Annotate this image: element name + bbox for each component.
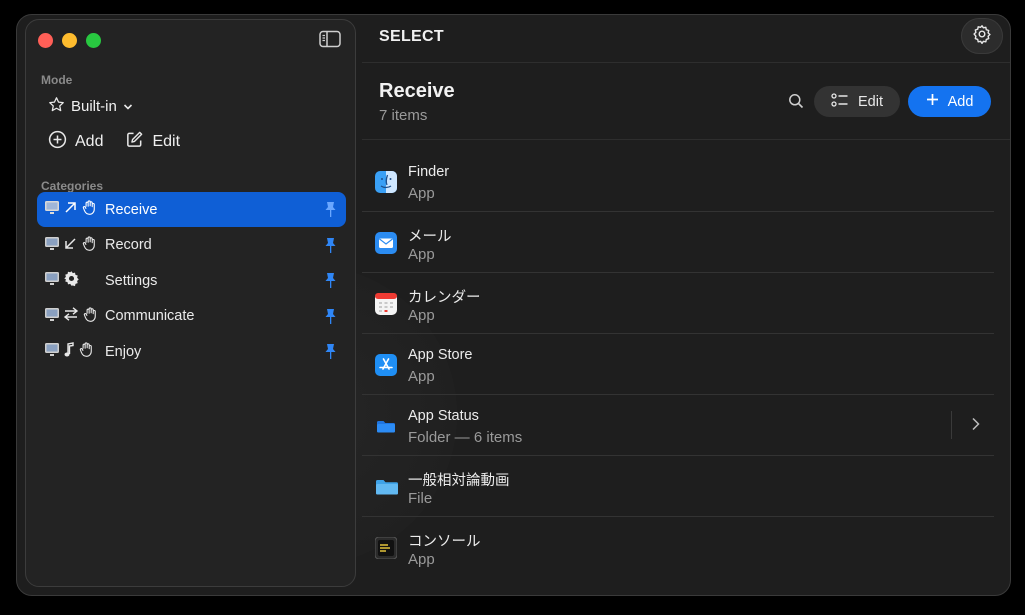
app-store-icon bbox=[375, 354, 397, 376]
sidebar-edit-button[interactable]: Edit bbox=[125, 130, 180, 154]
list-item-mail[interactable]: メール App bbox=[362, 212, 994, 273]
plus-icon bbox=[926, 93, 939, 110]
hand-icon bbox=[81, 199, 98, 220]
arrow-up-right-icon bbox=[63, 200, 78, 219]
main-header: SELECT bbox=[362, 15, 1010, 63]
calendar-icon bbox=[375, 293, 397, 315]
category-label: Receive bbox=[105, 201, 158, 218]
divider bbox=[951, 411, 952, 439]
item-kind: App bbox=[408, 307, 435, 324]
arrows-exchange-icon bbox=[63, 306, 79, 326]
item-name: Finder bbox=[408, 164, 450, 180]
display-icon bbox=[44, 236, 60, 255]
chevron-right-icon[interactable] bbox=[971, 417, 980, 436]
gear-icon bbox=[63, 270, 80, 291]
list-item-calendar[interactable]: カレンダー App bbox=[362, 273, 994, 334]
search-button[interactable] bbox=[788, 93, 804, 114]
display-icon bbox=[44, 307, 60, 326]
item-kind: App bbox=[408, 551, 435, 568]
item-kind: File bbox=[408, 490, 433, 507]
item-name: コンソール bbox=[408, 534, 481, 550]
folder-light-icon bbox=[375, 476, 398, 498]
category-label: Settings bbox=[105, 272, 158, 289]
hand-icon bbox=[81, 235, 98, 256]
list-edit-icon bbox=[831, 92, 849, 112]
compose-icon bbox=[125, 130, 144, 154]
list-item-app-status[interactable]: App Status Folder — 6 items bbox=[362, 395, 994, 456]
list-item-console[interactable]: コンソール App bbox=[362, 517, 994, 578]
pin-icon[interactable] bbox=[324, 308, 337, 329]
category-item-record[interactable]: Record bbox=[37, 228, 346, 263]
add-label: Add bbox=[947, 93, 974, 110]
star-icon bbox=[48, 96, 65, 117]
display-icon bbox=[44, 271, 60, 290]
mail-icon bbox=[375, 232, 397, 254]
display-icon bbox=[44, 200, 60, 219]
app-window: Mode Built-in Add Edit Categories Receiv… bbox=[16, 14, 1011, 596]
category-item-receive[interactable]: Receive bbox=[37, 192, 346, 227]
minimize-window-button[interactable] bbox=[62, 33, 77, 48]
item-kind: Folder — 6 items bbox=[408, 429, 523, 446]
add-button[interactable]: Add bbox=[908, 86, 991, 117]
console-icon bbox=[374, 536, 398, 560]
category-label: Record bbox=[105, 237, 152, 253]
category-item-communicate[interactable]: Communicate bbox=[37, 299, 346, 334]
pin-icon[interactable] bbox=[324, 237, 337, 258]
settings-button[interactable] bbox=[961, 18, 1003, 54]
item-name: App Store bbox=[408, 347, 473, 363]
item-name: App Status bbox=[408, 408, 479, 424]
mode-select[interactable]: Built-in bbox=[48, 96, 133, 117]
hand-icon bbox=[82, 306, 99, 327]
item-count: 7 items bbox=[379, 107, 428, 124]
search-icon bbox=[788, 94, 804, 113]
category-label: Enjoy bbox=[105, 343, 142, 360]
item-name: カレンダー bbox=[408, 290, 481, 306]
item-name: メール bbox=[408, 229, 452, 245]
categories-label: Categories bbox=[41, 179, 104, 193]
category-item-settings[interactable]: Settings bbox=[37, 263, 346, 298]
item-list: Finder App メール App カレンダー App App Store A… bbox=[362, 151, 994, 578]
finder-icon bbox=[375, 171, 397, 193]
sidebar-toggle-icon[interactable] bbox=[319, 30, 341, 48]
sidebar: Mode Built-in Add Edit Categories Receiv… bbox=[25, 19, 356, 587]
hand-icon bbox=[78, 341, 95, 362]
chevron-down-icon bbox=[123, 98, 133, 115]
display-icon bbox=[44, 342, 60, 361]
item-kind: App bbox=[408, 368, 435, 385]
sidebar-actions: Add Edit bbox=[48, 130, 180, 154]
list-item-relativity-video[interactable]: 一般相対論動画 File bbox=[362, 456, 994, 517]
list-header: Receive 7 items Edit Add bbox=[362, 63, 1010, 140]
item-name: 一般相対論動画 bbox=[408, 473, 510, 489]
plus-circle-icon bbox=[48, 130, 67, 154]
mode-label: Mode bbox=[41, 73, 73, 87]
edit-label: Edit bbox=[858, 93, 883, 110]
category-list: Receive Record Settings Communicate Enjo… bbox=[37, 192, 346, 370]
list-item-app-store[interactable]: App Store App bbox=[362, 334, 994, 395]
item-kind: App bbox=[408, 246, 435, 263]
music-note-icon bbox=[63, 341, 75, 362]
category-label: Communicate bbox=[105, 308, 195, 324]
sidebar-edit-label: Edit bbox=[152, 133, 181, 150]
window-controls bbox=[38, 33, 101, 48]
folder-icon bbox=[375, 415, 397, 437]
zoom-window-button[interactable] bbox=[86, 33, 101, 48]
item-kind: App bbox=[408, 185, 435, 202]
sidebar-add-label: Add bbox=[75, 133, 104, 150]
gear-icon bbox=[972, 24, 992, 49]
pin-icon[interactable] bbox=[324, 201, 337, 222]
app-title: SELECT bbox=[379, 28, 444, 45]
pin-icon[interactable] bbox=[324, 343, 337, 364]
close-window-button[interactable] bbox=[38, 33, 53, 48]
category-item-enjoy[interactable]: Enjoy bbox=[37, 334, 346, 369]
sidebar-add-button[interactable]: Add bbox=[48, 130, 103, 154]
edit-button[interactable]: Edit bbox=[814, 86, 900, 117]
arrow-down-left-icon bbox=[63, 236, 78, 255]
list-title: Receive bbox=[379, 80, 455, 102]
list-item-finder[interactable]: Finder App bbox=[362, 151, 994, 212]
pin-icon[interactable] bbox=[324, 272, 337, 293]
mode-value: Built-in bbox=[71, 98, 117, 115]
